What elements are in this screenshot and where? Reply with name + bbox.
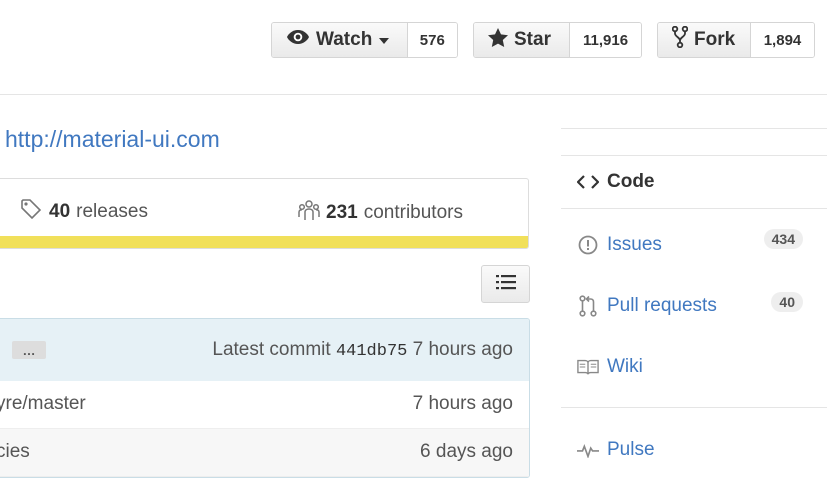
commit-sha-link[interactable]: 441db75 [336, 342, 407, 361]
issues-counter: 434 [763, 229, 803, 249]
issue-icon [577, 235, 599, 255]
commit-tease: … Latest commit 441db75 7 hours ago [0, 319, 529, 382]
organization-icon [298, 199, 320, 227]
language-bar[interactable] [0, 236, 528, 248]
watch-button-group: Watch 576 [271, 22, 458, 58]
latest-commit-prefix: Latest commit [212, 339, 331, 360]
file-row: yre/master 7 hours ago [0, 381, 529, 429]
latest-commit: Latest commit 441db75 7 hours ago [212, 339, 513, 361]
star-button-group: Star 11,916 [473, 22, 642, 58]
header-divider [0, 94, 827, 95]
file-row: cies 6 days ago [0, 429, 529, 477]
file-commit-message[interactable]: cies [0, 441, 30, 463]
nav-item-issues[interactable]: Issues 434 [561, 227, 827, 263]
star-count[interactable]: 11,916 [570, 23, 641, 57]
fork-icon [671, 25, 689, 54]
releases-count: 40 [49, 201, 71, 222]
file-browser: … Latest commit 441db75 7 hours ago yre/… [0, 318, 530, 478]
contributors-label: contributors [363, 202, 463, 223]
nav-item-wiki[interactable]: Wiki [561, 349, 827, 385]
nav-item-label: Code [607, 171, 655, 192]
book-icon [577, 358, 599, 376]
nav-item-label: Pulse [607, 439, 655, 460]
star-button[interactable]: Star [474, 23, 571, 57]
watch-button[interactable]: Watch [272, 23, 408, 57]
eye-icon [286, 29, 310, 51]
file-commit-message[interactable]: yre/master [0, 393, 86, 415]
contributors-count: 231 [326, 202, 358, 223]
nav-item-label: Pull requests [607, 295, 717, 316]
commit-message-expander[interactable]: … [12, 341, 46, 359]
fork-button[interactable]: Fork [658, 23, 751, 57]
code-icon [577, 175, 599, 189]
fork-count[interactable]: 1,894 [751, 23, 814, 57]
nav-item-label: Issues [607, 234, 662, 255]
contributors-link[interactable]: 231 contributors [298, 199, 463, 227]
homepage-link[interactable]: http://material-ui.com [5, 126, 220, 153]
nav-item-label: Wiki [607, 356, 643, 377]
fork-label: Fork [694, 29, 736, 50]
tag-icon [21, 199, 43, 225]
repo-nav: Code Issues 434 Pull requests 40 Wiki Pu… [561, 128, 827, 478]
star-label: Star [514, 29, 551, 50]
fork-button-group: Fork 1,894 [657, 22, 815, 58]
file-list-toggle-button[interactable] [481, 265, 530, 303]
caret-down-icon [378, 29, 390, 51]
nav-item-code[interactable]: Code [561, 155, 827, 209]
file-age[interactable]: 6 days ago [420, 441, 513, 463]
releases-label: releases [76, 201, 148, 222]
nav-item-pull-requests[interactable]: Pull requests 40 [561, 288, 827, 324]
repo-summary: 40 releases 231 contributors [0, 178, 529, 249]
list-icon [495, 274, 516, 295]
pull-requests-counter: 40 [771, 292, 803, 312]
nav-divider [561, 407, 827, 408]
watch-label: Watch [316, 29, 373, 50]
pull-request-icon [577, 295, 599, 317]
file-age[interactable]: 7 hours ago [413, 393, 513, 415]
nav-item-pulse[interactable]: Pulse [561, 432, 827, 468]
releases-link[interactable]: 40 releases [21, 199, 148, 225]
watch-count[interactable]: 576 [407, 23, 457, 57]
commit-age: 7 hours ago [412, 339, 513, 360]
pulse-icon [577, 442, 599, 458]
star-icon [488, 27, 508, 53]
